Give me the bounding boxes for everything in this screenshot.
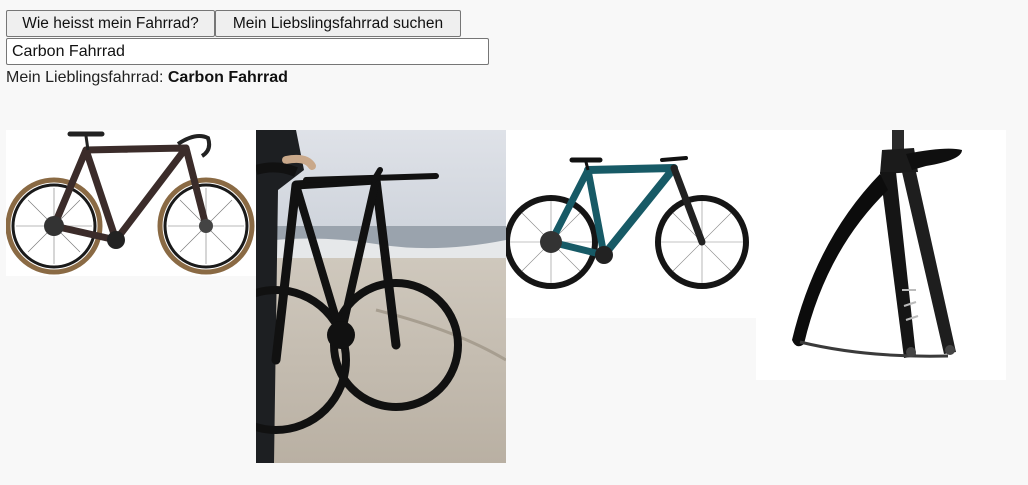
result-label: Mein Lieblingsfahrrad: bbox=[6, 69, 168, 86]
beach-bike-image bbox=[256, 130, 506, 463]
favorite-bike-result: Mein Lieblingsfahrrad: Carbon Fahrrad bbox=[6, 68, 288, 88]
bike-name-input[interactable]: Carbon Fahrrad bbox=[6, 38, 489, 65]
mountain-bike-image bbox=[506, 130, 756, 318]
result-value: Carbon Fahrrad bbox=[167, 69, 288, 86]
bike-fork-image bbox=[756, 130, 1006, 380]
search-favorite-button[interactable]: Mein Liebslingsfahrrad suchen bbox=[215, 10, 461, 37]
name-bike-button[interactable]: Wie heisst mein Fahrrad? bbox=[6, 10, 215, 37]
gravel-bike-image bbox=[6, 130, 256, 276]
